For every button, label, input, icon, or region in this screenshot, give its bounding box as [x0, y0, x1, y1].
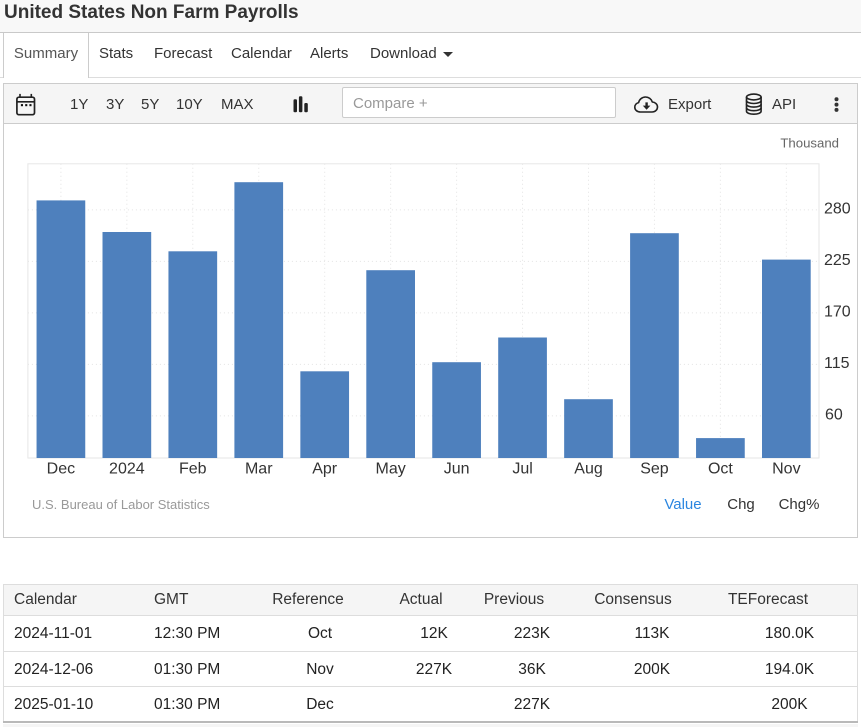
svg-text:Nov: Nov	[772, 461, 800, 478]
svg-text:280: 280	[824, 200, 851, 217]
svg-text:115: 115	[824, 355, 850, 372]
svg-text:Chg%: Chg%	[779, 496, 820, 513]
svg-text:60: 60	[825, 406, 843, 423]
svg-text:225: 225	[824, 252, 851, 269]
svg-text:Mar: Mar	[245, 461, 273, 478]
svg-text:Jun: Jun	[444, 461, 470, 478]
svg-text:Value: Value	[664, 496, 701, 513]
svg-text:Sep: Sep	[640, 461, 669, 478]
svg-text:Dec: Dec	[47, 461, 75, 478]
svg-text:U.S. Bureau of Labor Statistic: U.S. Bureau of Labor Statistics	[32, 497, 210, 512]
svg-text:Oct: Oct	[708, 461, 733, 478]
svg-text:Jul: Jul	[512, 461, 532, 478]
svg-text:Aug: Aug	[574, 461, 602, 478]
svg-text:2024: 2024	[109, 461, 145, 478]
svg-text:Chg: Chg	[727, 496, 755, 513]
svg-text:May: May	[376, 461, 406, 478]
svg-text:Feb: Feb	[179, 461, 207, 478]
svg-text:Thousand: Thousand	[780, 136, 839, 151]
svg-text:Apr: Apr	[312, 461, 338, 478]
svg-text:170: 170	[824, 303, 851, 320]
